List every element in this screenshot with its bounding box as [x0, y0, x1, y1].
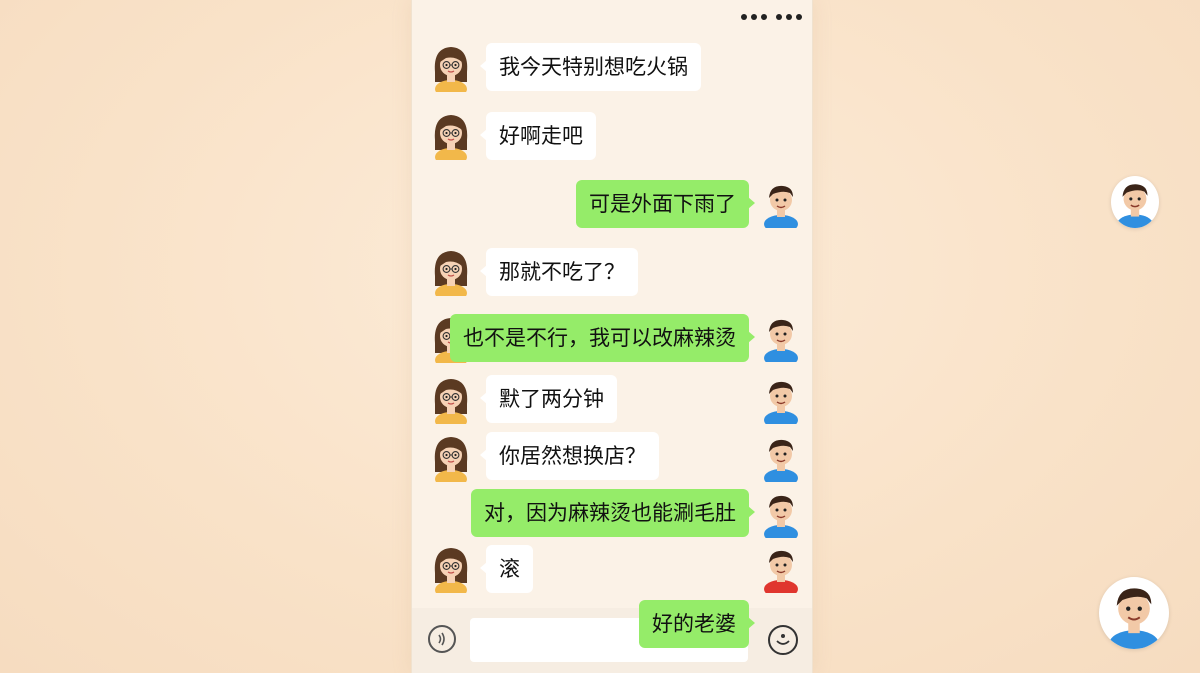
- message-bubble-incoming[interactable]: 我今天特别想吃火锅: [480, 43, 701, 91]
- girl-avatar[interactable]: [429, 42, 473, 99]
- message-bubble-outgoing[interactable]: 对，因为麻辣烫也能涮毛肚: [471, 489, 755, 537]
- boy-avatar[interactable]: [759, 432, 803, 488]
- girl-avatar[interactable]: [429, 432, 473, 489]
- message-bubble-outgoing[interactable]: 可是外面下雨了: [576, 180, 755, 228]
- voice-icon[interactable]: [428, 625, 456, 653]
- message-bubble-incoming[interactable]: 默了两分钟: [480, 375, 617, 423]
- boy-avatar-red[interactable]: [759, 543, 803, 599]
- emoji-icon[interactable]: [768, 625, 798, 655]
- more-dots-icon-2[interactable]: [776, 14, 802, 20]
- decorative-boy-avatar-small: [1111, 176, 1159, 228]
- girl-avatar[interactable]: [429, 246, 473, 303]
- boy-avatar[interactable]: [759, 178, 803, 234]
- message-bubble-incoming[interactable]: 那就不吃了？: [480, 248, 638, 296]
- chat-window: 我今天特别想吃火锅 好啊走吧 可是外面下雨了 那就不吃了？ 也不是不行，我可以改…: [411, 0, 813, 673]
- decorative-boy-avatar-large: [1099, 577, 1169, 649]
- message-bubble-outgoing[interactable]: 好的老婆: [639, 600, 755, 648]
- boy-avatar[interactable]: [759, 312, 803, 368]
- message-bubble-incoming[interactable]: 好啊走吧: [480, 112, 596, 160]
- boy-avatar[interactable]: [759, 488, 803, 544]
- girl-avatar[interactable]: [429, 543, 473, 600]
- message-bubble-incoming[interactable]: 你居然想换店？: [480, 432, 659, 480]
- message-bubble-outgoing[interactable]: 也不是不行，我可以改麻辣烫: [450, 314, 755, 362]
- girl-avatar[interactable]: [429, 374, 473, 431]
- girl-avatar[interactable]: [429, 110, 473, 167]
- message-bubble-incoming[interactable]: 滚: [480, 545, 533, 593]
- boy-avatar[interactable]: [759, 374, 803, 430]
- more-dots-icon[interactable]: [741, 14, 767, 20]
